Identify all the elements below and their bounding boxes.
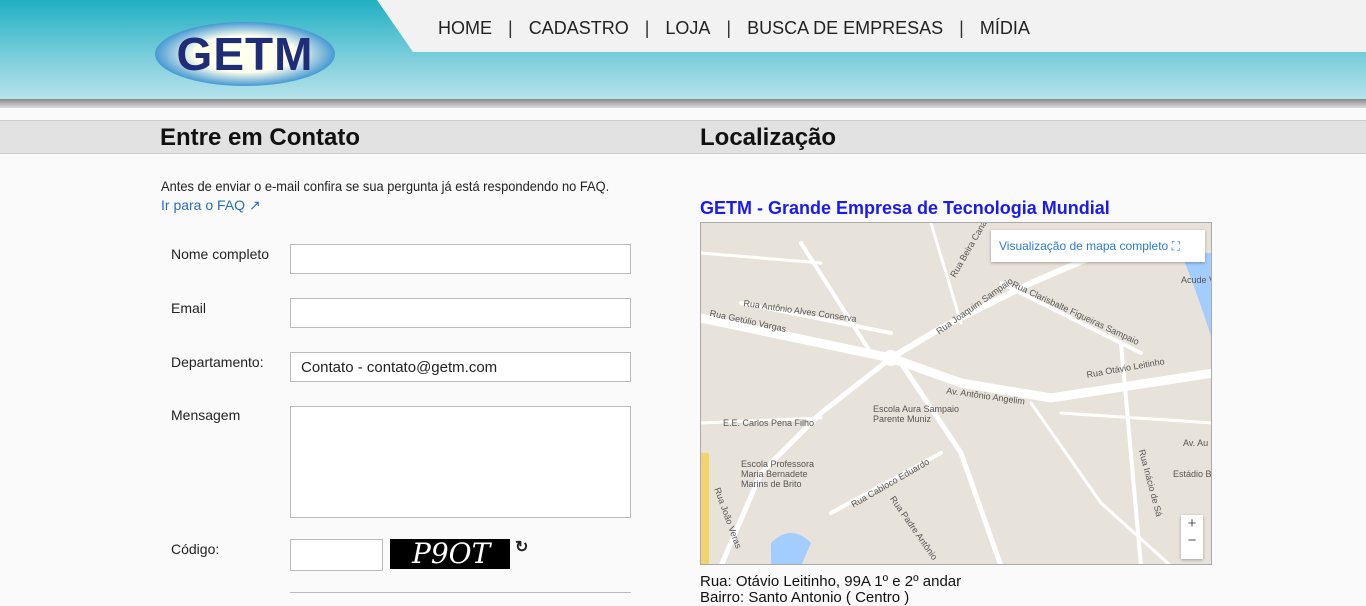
location-map[interactable]: Rua Getúlio Vargas Rua Antônio Alves Con… [700, 222, 1212, 565]
fullview-text: Visualização de mapa completo [999, 239, 1169, 253]
code-label: Código: [171, 541, 220, 557]
email-label: Email [171, 300, 207, 316]
email-input[interactable] [290, 298, 631, 328]
address-line1: Rua: Otávio Leitinho, 99A 1º e 2º andar [700, 573, 962, 590]
external-link-icon: ↗ [248, 197, 261, 213]
name-input[interactable] [290, 244, 631, 274]
nav-home[interactable]: HOME [438, 18, 492, 39]
code-input[interactable] [290, 539, 383, 571]
nav-busca-empresas[interactable]: BUSCA DE EMPRESAS [747, 18, 943, 39]
next-field [290, 592, 631, 596]
location-title: Localização [700, 124, 837, 151]
address-line2: Bairro: Santo Antonio ( Centro ) [700, 589, 910, 606]
message-textarea[interactable] [290, 406, 631, 518]
map-label: Av. Au [1183, 438, 1209, 448]
header-shadow [0, 99, 1366, 108]
message-label: Mensagem [171, 407, 241, 423]
address: Rua: Otávio Leitinho, 99A 1º e 2º andar … [700, 574, 961, 606]
map-label: Acude V [1181, 275, 1212, 285]
zoom-out-button[interactable]: − [1181, 532, 1203, 549]
refresh-captcha-icon[interactable]: ↻ [515, 537, 528, 557]
expand-icon: ⛶ [1171, 239, 1180, 253]
map-label: Estádio Barros Mu [1173, 469, 1212, 479]
faq-link[interactable]: Ir para o FAQ ↗ [161, 197, 261, 214]
nav-separator: | [959, 18, 964, 38]
nav-separator: | [508, 18, 513, 38]
zoom-in-button[interactable]: + [1181, 515, 1203, 532]
company-name: GETM - Grande Empresa de Tecnologia Mund… [700, 198, 1110, 218]
map-label: Escola Aura Sampaio Parente Muniz [873, 404, 960, 424]
logo-text: GETM [176, 28, 314, 80]
map-label: Escola Professora Maria Bernadete Marins… [741, 459, 815, 489]
main-nav: HOME | CADASTRO | LOJA | BUSCA DE EMPRESAS |… [438, 18, 1030, 39]
name-label: Nome completo [171, 246, 270, 262]
nav-separator: | [644, 18, 650, 38]
map-fullview-button[interactable]: Visualização de mapa completo ⛶ [991, 230, 1205, 262]
getm-logo[interactable]: GETM [155, 22, 335, 86]
map-zoom-controls: + − [1181, 515, 1203, 559]
department-label: Departamento: [171, 354, 264, 370]
contact-title: Entre em Contato [160, 124, 361, 151]
nav-separator: | [726, 18, 732, 38]
map-label: E.E. Carlos Pena Filho [723, 418, 815, 428]
site-header: GETM HOME | CADASTRO | LOJA | BUSCA DE EMPR… [0, 0, 1366, 108]
faq-intro: Antes de enviar o e-mail confira se sua … [161, 178, 610, 194]
nav-cadastro[interactable]: CADASTRO [529, 18, 629, 39]
department-select[interactable]: Contato - contato@getm.com [290, 352, 631, 382]
nav-midia[interactable]: MÍDIA [980, 18, 1030, 39]
faq-link-text: Ir para o FAQ [161, 197, 246, 213]
nav-loja[interactable]: LOJA [665, 18, 710, 39]
captcha-image: P9OT [390, 539, 510, 569]
